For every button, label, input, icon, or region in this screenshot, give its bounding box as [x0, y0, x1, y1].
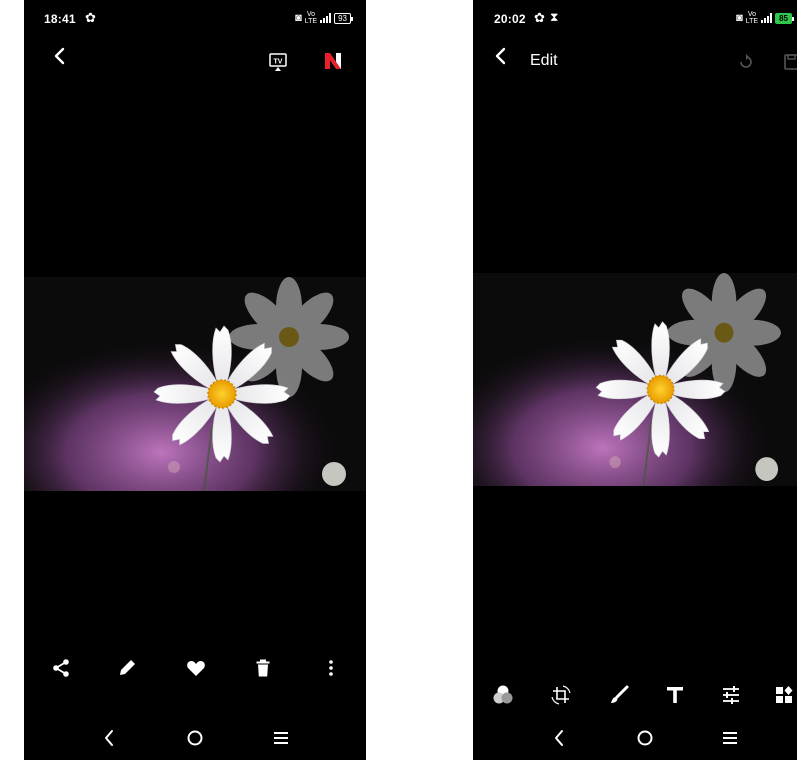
signal-icon: [761, 13, 773, 23]
page-title: Edit: [530, 52, 558, 69]
edit-toolbar: Edit: [473, 44, 797, 80]
edit-pencil-icon[interactable]: [115, 656, 139, 680]
settings-gear-icon: ✿: [534, 10, 545, 25]
status-icons: ◙ Vo LTE 85: [736, 11, 795, 25]
system-nav-bar: [473, 726, 797, 754]
flower-photo[interactable]: [473, 273, 797, 486]
lte-icon: Vo LTE: [304, 11, 318, 25]
nav-home-icon[interactable]: [183, 726, 207, 750]
status-icons: ◙ Vo LTE 93: [295, 11, 354, 25]
svg-text:TV: TV: [274, 59, 283, 66]
undo-icon[interactable]: [737, 53, 755, 71]
favorite-heart-icon[interactable]: [184, 656, 208, 680]
n-logo-icon[interactable]: [322, 50, 344, 72]
system-nav-bar: [24, 726, 366, 754]
share-icon[interactable]: [49, 656, 73, 680]
tv-icon[interactable]: TV: [268, 52, 288, 72]
flower-photo[interactable]: [24, 277, 366, 491]
nav-recents-icon[interactable]: [718, 726, 742, 750]
chevron-left-icon[interactable]: [50, 46, 70, 66]
chevron-left-icon[interactable]: [491, 46, 511, 66]
delete-trash-icon[interactable]: [251, 656, 275, 680]
lte-icon: Vo LTE: [745, 11, 759, 25]
status-bar: 20:02 ✿ ⧗ ◙ Vo LTE 85: [473, 0, 797, 36]
more-vert-icon[interactable]: [319, 656, 343, 680]
status-bar: 18:41 ✿ ◙ Vo LTE 93: [24, 0, 366, 36]
battery-level: 93: [338, 13, 347, 23]
adjust-icon[interactable]: [719, 683, 743, 707]
photo-edit-screen: 20:02 ✿ ⧗ ◙ Vo LTE 85 Edit: [473, 0, 797, 760]
battery-charging-icon: 85: [775, 12, 794, 24]
nav-home-icon[interactable]: [633, 726, 657, 750]
nfc-icon: ◙: [736, 12, 743, 24]
text-icon[interactable]: [663, 683, 687, 707]
filter-icon[interactable]: [491, 683, 515, 707]
viewer-toolbar: TV: [24, 44, 366, 80]
save-icon[interactable]: [783, 53, 797, 71]
signal-icon: [320, 13, 332, 23]
nav-back-icon[interactable]: [97, 726, 121, 750]
photo-viewer-screen: 18:41 ✿ ◙ Vo LTE 93 TV: [24, 0, 366, 760]
nfc-icon: ◙: [295, 12, 302, 24]
battery-level: 85: [779, 13, 788, 23]
settings-gear-icon: ✿: [85, 10, 96, 25]
status-time: 20:02: [494, 12, 526, 26]
brush-icon[interactable]: [607, 683, 631, 707]
hourglass-icon: ⧗: [550, 10, 559, 24]
status-time: 18:41: [44, 12, 76, 26]
nav-back-icon[interactable]: [547, 726, 571, 750]
battery-icon: 93: [334, 12, 353, 24]
nav-recents-icon[interactable]: [269, 726, 293, 750]
crop-rotate-icon[interactable]: [549, 683, 573, 707]
more-tools-icon[interactable]: [773, 683, 797, 707]
